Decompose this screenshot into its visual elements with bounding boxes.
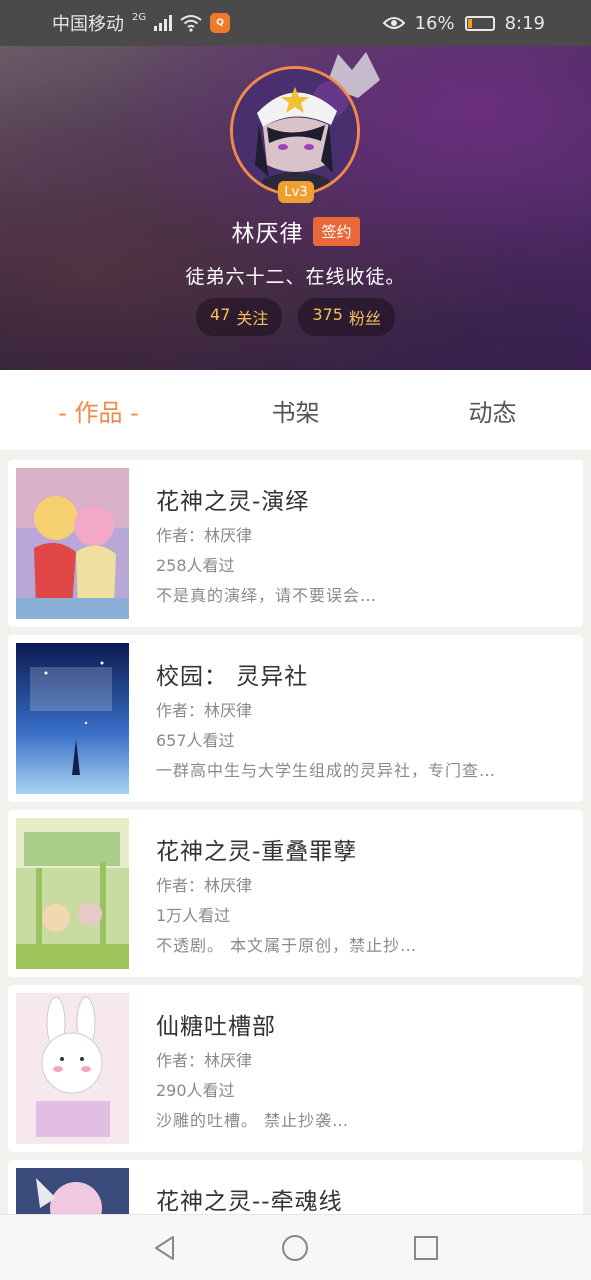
user-name: 林厌律 xyxy=(231,221,304,247)
book-cover xyxy=(16,643,129,794)
status-bar: 中国移动 2G Q 16% 8:19 xyxy=(0,0,591,46)
book-views: 290人看过 xyxy=(156,1081,235,1100)
book-cover xyxy=(16,993,129,1144)
carrier-label: 中国移动 xyxy=(52,14,124,35)
stats-row: 47 关注 375 粉丝 xyxy=(0,298,591,336)
wifi-icon xyxy=(180,15,202,32)
app-notification-icon: Q xyxy=(210,13,231,33)
book-info: 仙糖吐槽部 作者：林厌律 290人看过 沙雕的吐槽。 禁止抄袭… xyxy=(156,1007,569,1131)
fans-count: 375 xyxy=(312,305,343,324)
following-count: 47 xyxy=(210,305,231,324)
book-info: 校园： 灵异社 作者：林厌律 657人看过 一群高中生与大学生组成的灵异社，专门… xyxy=(156,657,569,781)
book-cover xyxy=(16,468,129,619)
signed-badge: 签约 xyxy=(313,216,360,246)
book-author: 作者：林厌律 xyxy=(156,876,253,895)
name-row: 林厌律 签约 xyxy=(0,214,591,248)
book-info: 花神之灵-演绎 作者：林厌律 258人看过 不是真的演绎，请不要误会… xyxy=(156,482,569,606)
status-left: 中国移动 2G Q xyxy=(52,10,231,36)
book-cover xyxy=(16,818,129,969)
book-title: 花神之灵-演绎 xyxy=(156,489,310,515)
book-description: 一群高中生与大学生组成的灵异社，专门查… xyxy=(156,761,497,780)
clock: 8:19 xyxy=(504,12,545,34)
user-bio: 徒弟六十二、在线收徒。 xyxy=(185,266,406,288)
signal-icon xyxy=(154,15,173,31)
book-views: 1万人看过 xyxy=(156,906,231,925)
status-right: 16% 8:19 xyxy=(382,12,545,34)
home-button[interactable] xyxy=(270,1223,320,1273)
book-card[interactable]: 仙糖吐槽部 作者：林厌律 290人看过 沙雕的吐槽。 禁止抄袭… xyxy=(8,985,583,1152)
book-description: 沙雕的吐槽。 禁止抄袭… xyxy=(156,1111,350,1130)
network-type: 2G xyxy=(132,11,147,23)
book-title: 仙糖吐槽部 xyxy=(156,1014,276,1040)
battery-icon xyxy=(464,15,495,31)
book-description: 不是真的演绎，请不要误会… xyxy=(156,586,378,605)
book-card[interactable]: 花神之灵-演绎 作者：林厌律 258人看过 不是真的演绎，请不要误会… xyxy=(8,460,583,627)
tab-works[interactable]: - 作品 - xyxy=(0,393,197,428)
book-description: 不透剧。 本文属于原创，禁止抄… xyxy=(156,936,418,955)
works-list: 花神之灵-演绎 作者：林厌律 258人看过 不是真的演绎，请不要误会… 校园： … xyxy=(8,460,583,1280)
back-icon xyxy=(155,1235,175,1260)
book-author: 作者：林厌律 xyxy=(156,1051,253,1070)
system-nav-bar xyxy=(0,1214,591,1280)
tab-activity[interactable]: 动态 xyxy=(394,393,591,428)
book-title: 校园： 灵异社 xyxy=(156,664,309,690)
back-button[interactable] xyxy=(140,1223,190,1273)
battery-percent: 16% xyxy=(414,12,455,34)
book-card[interactable]: 校园： 灵异社 作者：林厌律 657人看过 一群高中生与大学生组成的灵异社，专门… xyxy=(8,635,583,802)
following-label: 关注 xyxy=(236,309,269,328)
book-title: 花神之灵--牵魂线 xyxy=(156,1189,343,1215)
book-views: 657人看过 xyxy=(156,731,235,750)
recents-button[interactable] xyxy=(401,1223,451,1273)
book-title: 花神之灵-重叠罪孽 xyxy=(156,839,358,865)
book-info: 花神之灵--牵魂线 xyxy=(156,1182,569,1216)
book-card[interactable]: 花神之灵-重叠罪孽 作者：林厌律 1万人看过 不透剧。 本文属于原创，禁止抄… xyxy=(8,810,583,977)
eye-icon xyxy=(382,17,405,29)
level-badge: Lv3 xyxy=(278,181,314,203)
avatar[interactable] xyxy=(230,66,360,196)
following-button[interactable]: 47 关注 xyxy=(196,298,283,336)
tab-bar: - 作品 - 书架 动态 xyxy=(0,370,591,450)
recents-icon xyxy=(413,1235,438,1260)
fans-button[interactable]: 375 粉丝 xyxy=(298,298,395,336)
tab-bookshelf[interactable]: 书架 xyxy=(197,393,394,428)
profile-header: Lv3 林厌律 签约 徒弟六十二、在线收徒。 47 关注 375 粉丝 xyxy=(0,46,591,370)
book-views: 258人看过 xyxy=(156,556,235,575)
home-icon xyxy=(282,1234,309,1261)
fans-label: 粉丝 xyxy=(348,309,381,328)
book-info: 花神之灵-重叠罪孽 作者：林厌律 1万人看过 不透剧。 本文属于原创，禁止抄… xyxy=(156,832,569,956)
book-author: 作者：林厌律 xyxy=(156,526,253,545)
book-author: 作者：林厌律 xyxy=(156,701,253,720)
